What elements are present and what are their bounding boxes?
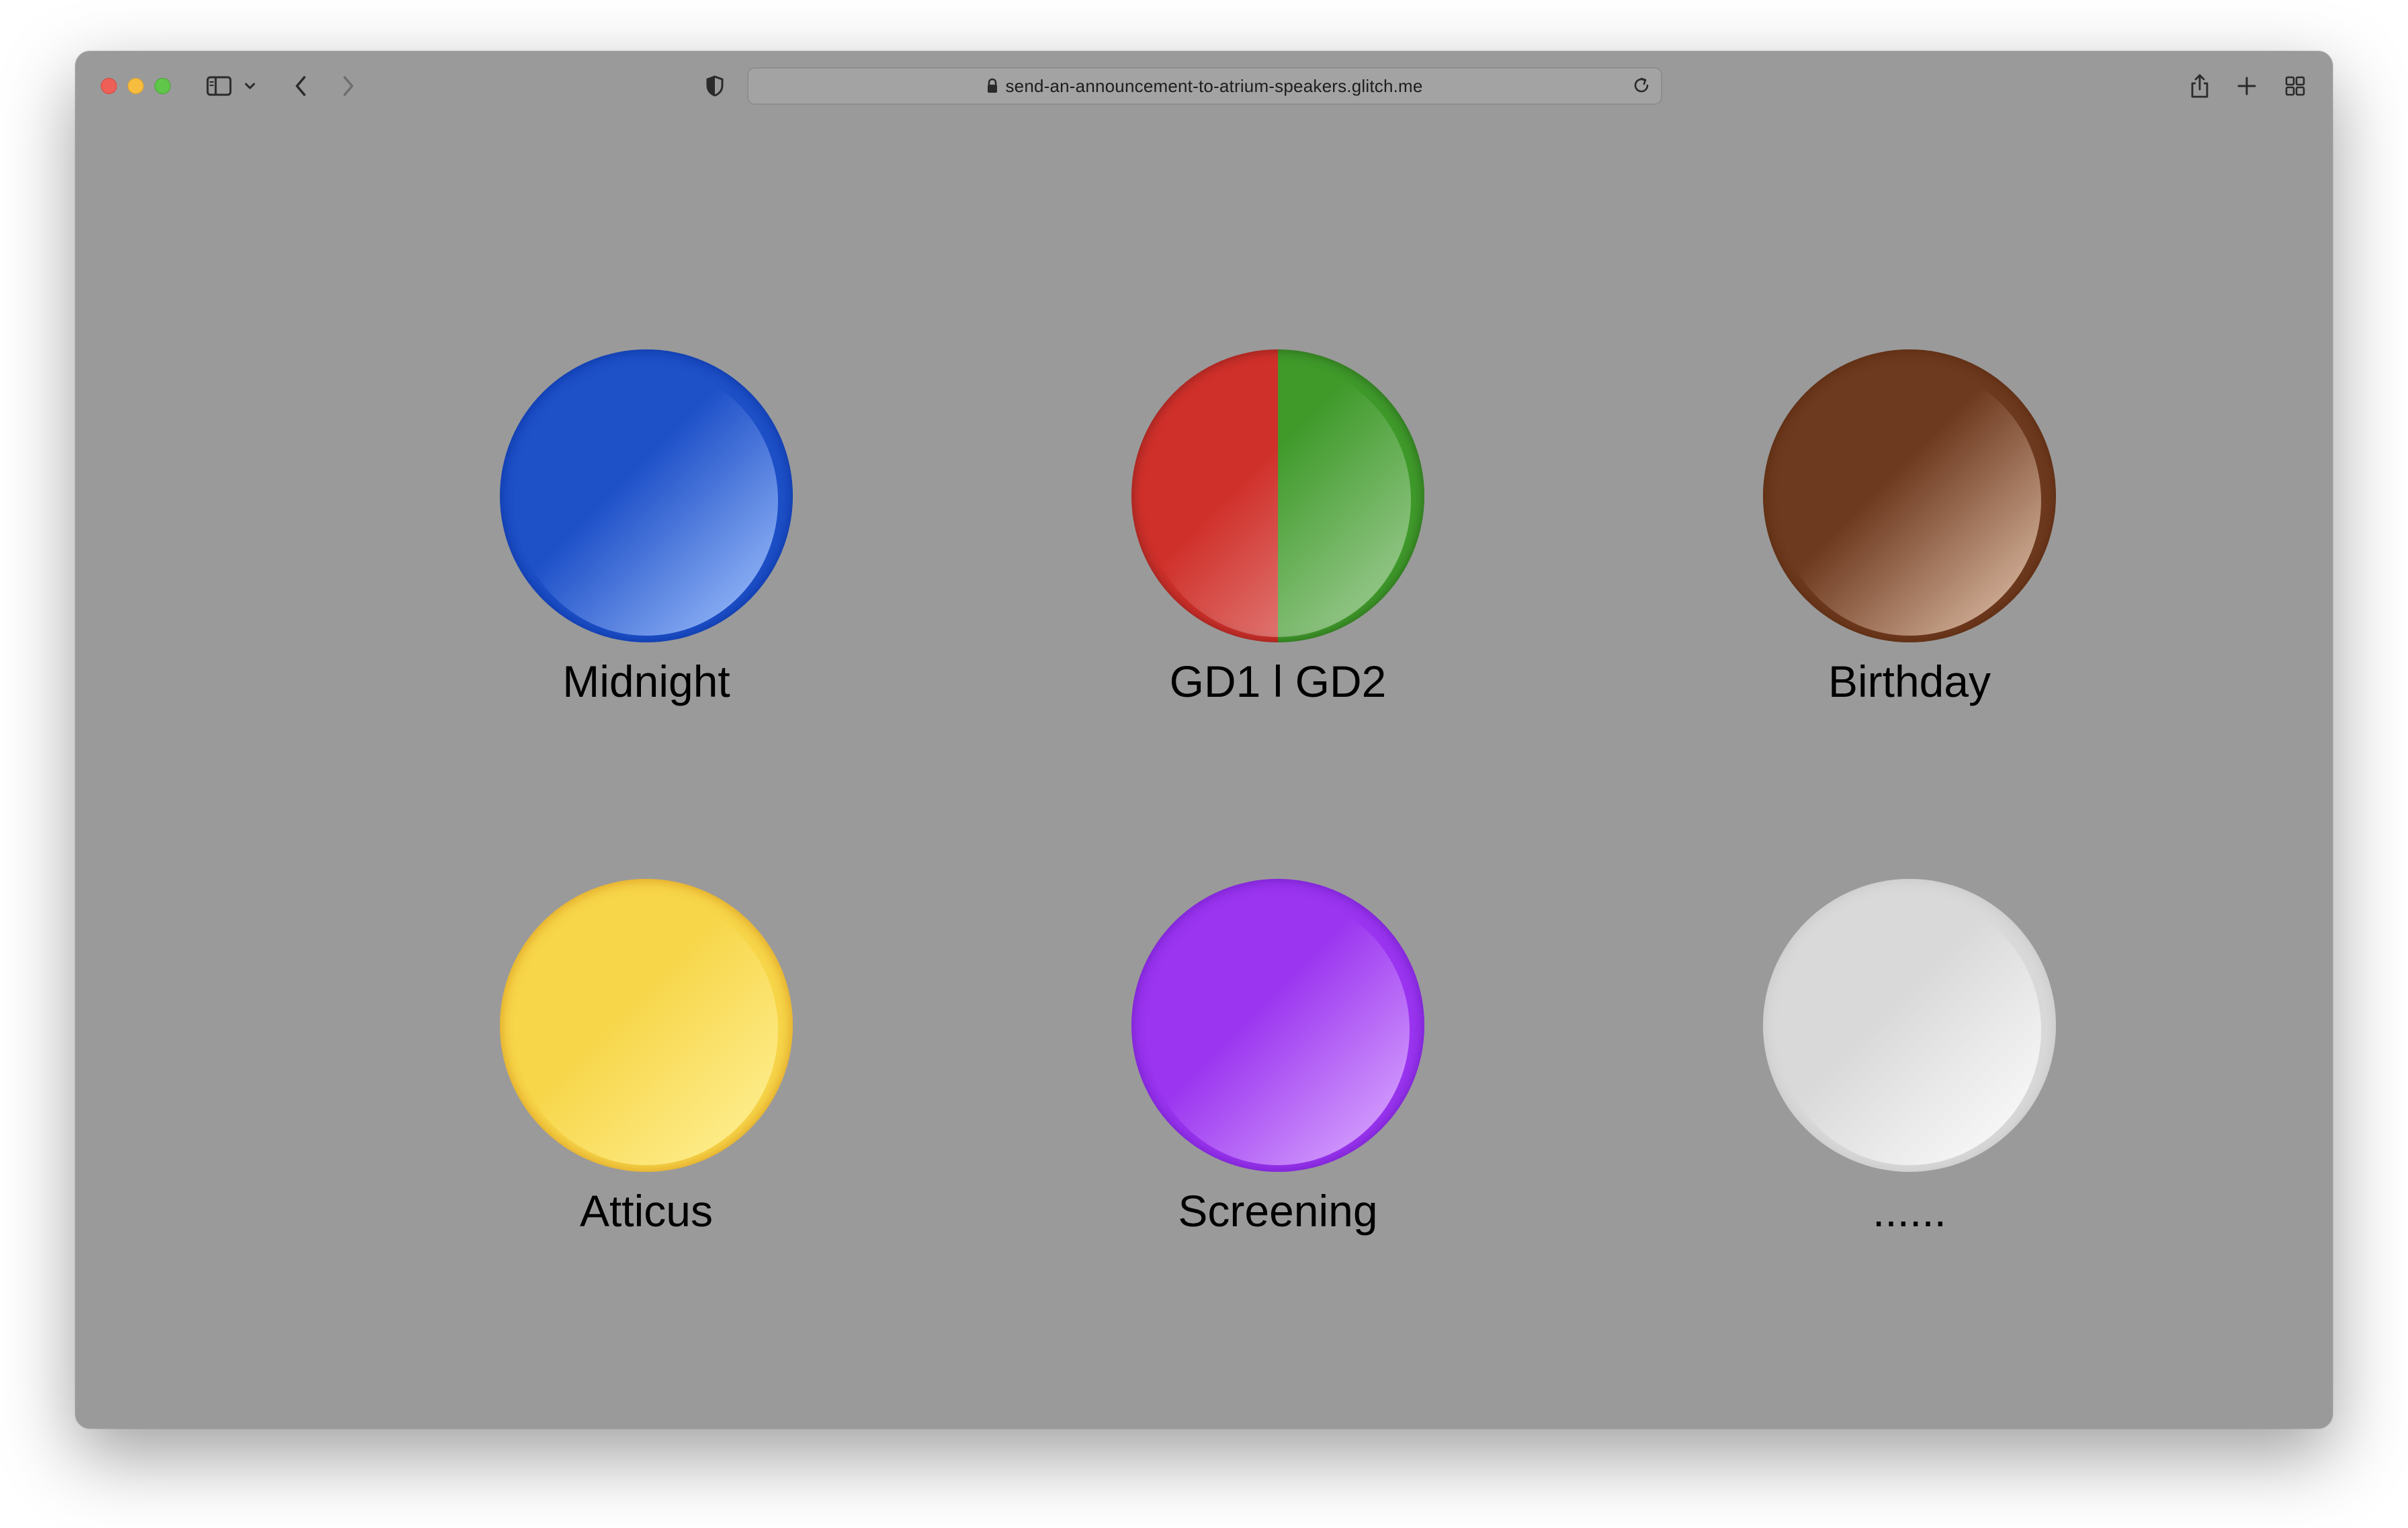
sidebar-icon[interactable]: [203, 70, 235, 102]
share-icon[interactable]: [2186, 70, 2213, 102]
close-window-button[interactable]: [101, 78, 117, 94]
announcement-birthday: Birthday: [1742, 349, 2077, 706]
url-text: send-an-announcement-to-atrium-speakers.…: [1005, 75, 1423, 96]
browser-toolbar: send-an-announcement-to-atrium-speakers.…: [75, 51, 2333, 121]
announcement-atticus: Atticus: [478, 879, 814, 1236]
birthday-label: Birthday: [1828, 656, 1991, 706]
reload-icon[interactable]: [1631, 75, 1651, 99]
shield-icon[interactable]: [701, 70, 728, 102]
maximize-window-button[interactable]: [155, 78, 171, 94]
announcement-more: ......: [1742, 879, 2077, 1236]
atticus-button[interactable]: [500, 879, 793, 1172]
more-button[interactable]: [1763, 879, 2056, 1172]
browser-window: send-an-announcement-to-atrium-speakers.…: [75, 51, 2333, 1429]
midnight-button[interactable]: [500, 349, 793, 642]
minimize-window-button[interactable]: [128, 78, 144, 94]
gd1-gd2-button[interactable]: [1131, 349, 1424, 642]
birthday-button[interactable]: [1763, 349, 2056, 642]
announcement-midnight: Midnight: [478, 349, 814, 706]
announcement-gd1-gd2: GD1 l GD2: [1110, 349, 1446, 706]
grid-icon[interactable]: [2282, 70, 2309, 102]
more-label: ......: [1872, 1186, 1947, 1236]
screening-label: Screening: [1178, 1186, 1378, 1236]
atticus-label: Atticus: [579, 1186, 714, 1236]
plus-icon[interactable]: [2233, 70, 2260, 102]
announcement-screening: Screening: [1110, 879, 1446, 1236]
screening-button[interactable]: [1131, 879, 1424, 1172]
gd1-gd2-label: GD1 l GD2: [1169, 656, 1387, 706]
page-content: Midnight GD1 l GD2 Birthday Atticus Scre…: [75, 121, 2333, 1429]
lock-icon: [986, 78, 998, 94]
address-bar[interactable]: send-an-announcement-to-atrium-speakers.…: [747, 67, 1662, 105]
chevron-down-icon[interactable]: [242, 70, 258, 102]
midnight-label: Midnight: [562, 656, 730, 706]
chevron-left-icon[interactable]: [288, 70, 314, 102]
chevron-right-icon[interactable]: [335, 70, 361, 102]
